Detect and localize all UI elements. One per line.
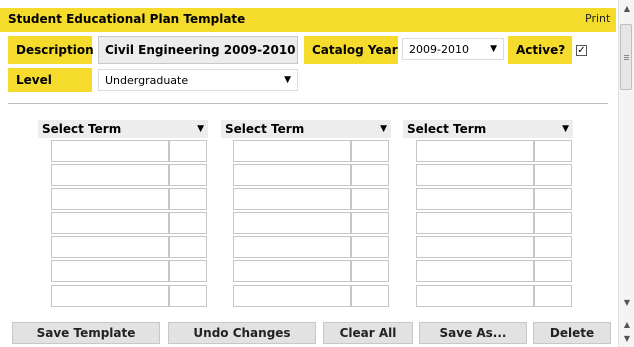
clear-all-button[interactable]: Clear All	[323, 322, 413, 344]
chevron-down-icon: ▼	[380, 124, 387, 134]
units-input[interactable]	[534, 260, 572, 282]
units-input[interactable]	[351, 285, 389, 307]
course-input[interactable]	[233, 212, 351, 234]
course-input[interactable]	[233, 188, 351, 210]
units-input[interactable]	[534, 212, 572, 234]
term-select-3-label: Select Term	[407, 122, 487, 136]
scroll-down-arrow-icon[interactable]: ▼	[619, 298, 634, 307]
level-select[interactable]: Undergraduate ▼	[98, 69, 298, 91]
units-input[interactable]	[351, 188, 389, 210]
undo-changes-button[interactable]: Undo Changes	[168, 322, 316, 344]
level-label: Level	[8, 68, 92, 92]
catalog-year-label: Catalog Year	[304, 36, 398, 64]
units-input[interactable]	[169, 140, 207, 162]
course-input[interactable]	[233, 140, 351, 162]
units-input[interactable]	[534, 140, 572, 162]
scroll-up-arrow-icon[interactable]: ▲	[619, 4, 634, 13]
course-input[interactable]	[416, 212, 534, 234]
description-field[interactable]: Civil Engineering 2009-2010	[98, 36, 298, 64]
term-select-2[interactable]: Select Term ▼	[221, 120, 391, 138]
units-input[interactable]	[534, 285, 572, 307]
active-checkbox[interactable]: ✓	[576, 44, 587, 56]
lower-scrollbar[interactable]: ▲ ▼	[618, 318, 634, 347]
units-input[interactable]	[351, 140, 389, 162]
catalog-year-select[interactable]: 2009-2010 ▼	[402, 38, 504, 60]
course-input[interactable]	[51, 140, 169, 162]
course-input[interactable]	[51, 236, 169, 258]
units-input[interactable]	[169, 260, 207, 282]
course-input[interactable]	[416, 260, 534, 282]
scroll-down-arrow-icon[interactable]: ▼	[619, 334, 634, 343]
save-template-button[interactable]: Save Template	[12, 322, 160, 344]
description-label: Description	[8, 36, 94, 64]
course-input[interactable]	[51, 164, 169, 186]
units-input[interactable]	[351, 236, 389, 258]
course-input[interactable]	[51, 260, 169, 282]
level-value: Undergraduate	[105, 73, 189, 87]
course-input[interactable]	[51, 212, 169, 234]
units-input[interactable]	[534, 164, 572, 186]
course-input[interactable]	[416, 140, 534, 162]
chevron-down-icon: ▼	[490, 44, 497, 54]
active-label: Active?	[508, 36, 572, 64]
course-input[interactable]	[233, 236, 351, 258]
print-link[interactable]: Print	[585, 12, 610, 25]
term-select-1[interactable]: Select Term ▼	[38, 120, 208, 138]
delete-button[interactable]: Delete	[533, 322, 611, 344]
units-input[interactable]	[169, 188, 207, 210]
course-input[interactable]	[416, 236, 534, 258]
units-input[interactable]	[534, 188, 572, 210]
scrollbar-thumb[interactable]	[620, 24, 632, 90]
course-input[interactable]	[416, 188, 534, 210]
page-title: Student Educational Plan Template	[8, 12, 246, 26]
units-input[interactable]	[351, 164, 389, 186]
grip-line	[624, 57, 629, 58]
units-input[interactable]	[351, 212, 389, 234]
course-input[interactable]	[416, 285, 534, 307]
units-input[interactable]	[169, 164, 207, 186]
course-input[interactable]	[416, 164, 534, 186]
course-input[interactable]	[51, 188, 169, 210]
chevron-down-icon: ▼	[562, 124, 569, 134]
active-checkbox-wrap: ✓	[576, 36, 606, 64]
course-input[interactable]	[51, 285, 169, 307]
units-input[interactable]	[169, 212, 207, 234]
course-input[interactable]	[233, 260, 351, 282]
chevron-down-icon: ▼	[284, 75, 291, 85]
term-select-3[interactable]: Select Term ▼	[403, 120, 573, 138]
grip-line	[624, 55, 629, 56]
units-input[interactable]	[351, 260, 389, 282]
units-input[interactable]	[169, 236, 207, 258]
term-select-2-label: Select Term	[225, 122, 305, 136]
units-input[interactable]	[534, 236, 572, 258]
grip-line	[624, 59, 629, 60]
chevron-down-icon: ▼	[197, 124, 204, 134]
term-select-1-label: Select Term	[42, 122, 122, 136]
catalog-year-value: 2009-2010	[409, 42, 469, 56]
save-as-button[interactable]: Save As...	[419, 322, 527, 344]
course-input[interactable]	[233, 285, 351, 307]
divider	[8, 103, 608, 104]
units-input[interactable]	[169, 285, 207, 307]
course-input[interactable]	[233, 164, 351, 186]
scroll-up-arrow-icon[interactable]: ▲	[619, 320, 634, 329]
